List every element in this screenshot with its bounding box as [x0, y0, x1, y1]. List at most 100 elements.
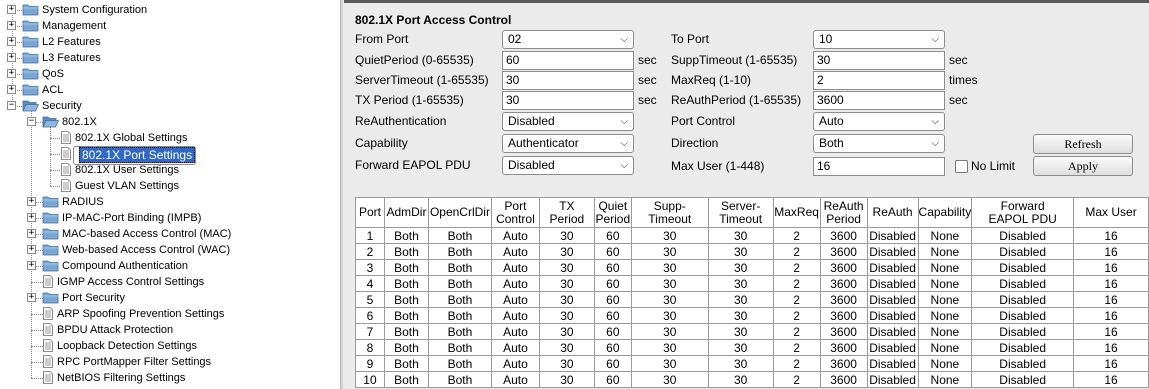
table-cell: Disabled [866, 291, 919, 308]
table-cell: None [917, 371, 973, 388]
expand-icon[interactable]: + [7, 85, 16, 94]
tree-item[interactable]: 802.1X [60, 114, 99, 130]
folder-icon [42, 211, 59, 224]
direction-value: Both [819, 136, 844, 150]
expand-icon[interactable]: + [7, 53, 16, 62]
reauth-period-input[interactable]: 3600 [813, 91, 945, 110]
tree-item[interactable]: 802.1X Global Settings [73, 130, 190, 146]
tree-item[interactable]: Management [40, 18, 108, 34]
tree-connector [50, 170, 60, 171]
table-cell: 30 [707, 339, 774, 356]
tree-item[interactable]: Port Security [60, 290, 127, 306]
table-row: 3 Both Both Auto 30 60 30 30 2 3600 Disabled None Di… [355, 259, 1149, 276]
tree-item[interactable]: Compound Authentication [60, 258, 190, 274]
tx-period-input[interactable]: 30 [502, 91, 634, 110]
expand-icon[interactable]: + [27, 261, 36, 270]
document-icon [42, 371, 54, 384]
tree-item[interactable]: L2 Features [40, 34, 103, 50]
expand-icon[interactable]: + [7, 21, 16, 30]
table-cell: 30 [707, 323, 774, 340]
tree-item-label: RADIUS [62, 196, 104, 208]
quiet-period-input[interactable]: 60 [502, 51, 634, 70]
refresh-button[interactable]: Refresh [1033, 134, 1133, 154]
table-cell: Disabled [971, 307, 1075, 324]
max-req-input[interactable]: 2 [813, 71, 945, 90]
table-cell: Auto [490, 307, 540, 324]
tree-item[interactable]: Web-based Access Control (WAC) [60, 242, 232, 258]
table-cell: Both [427, 307, 492, 324]
tree-item-label: Loopback Detection Settings [57, 340, 198, 352]
collapse-icon[interactable]: − [27, 117, 36, 126]
tree-item-label: L2 Features [42, 36, 101, 48]
tree-item[interactable]: ACL [40, 82, 65, 98]
table-cell: 60 [593, 275, 632, 292]
reauthentication-select[interactable]: Disabled ⌵ [502, 112, 634, 131]
tree-item[interactable]: IGMP Access Control Settings [55, 274, 206, 290]
expand-icon[interactable]: + [27, 245, 36, 254]
folder-icon [42, 259, 59, 272]
tree-item[interactable]: Security [40, 98, 84, 114]
table-cell: Auto [490, 355, 540, 372]
expand-icon[interactable]: + [27, 213, 36, 222]
expand-icon[interactable]: + [7, 69, 16, 78]
server-timeout-input[interactable]: 30 [502, 71, 634, 90]
tree-item[interactable]: IP-MAC-Port Binding (IMPB) [60, 210, 203, 226]
table-cell: 30 [538, 291, 595, 308]
table-cell: None [917, 307, 973, 324]
tree-item[interactable]: Loopback Detection Settings [55, 338, 199, 354]
chevron-down-icon: ⌵ [620, 160, 628, 171]
folder-icon [22, 51, 39, 64]
tree-item[interactable]: ARP Spoofing Prevention Settings [55, 306, 226, 322]
tree-item[interactable]: L3 Features [40, 50, 103, 66]
tree-item-label: NetBIOS Filtering Settings [57, 372, 186, 384]
tree-item[interactable]: QoS [40, 66, 66, 82]
expand-icon[interactable]: + [27, 197, 36, 206]
table-cell: 30 [630, 323, 709, 340]
port-control-select[interactable]: Auto ⌵ [813, 112, 945, 131]
tree-item-label: ACL [42, 84, 64, 96]
max-user-input[interactable]: 16 [813, 157, 945, 176]
table-cell: 3600 [819, 371, 868, 388]
tree-item[interactable]: RADIUS [60, 194, 106, 210]
no-limit-checkbox[interactable] [955, 160, 968, 173]
table-cell: Disabled [971, 323, 1075, 340]
folder-open-icon [42, 115, 60, 128]
table-cell: Disabled [866, 275, 919, 292]
folder-icon [22, 3, 39, 16]
tree-item[interactable]: System Configuration [40, 2, 149, 18]
tree-item[interactable]: MAC-based Access Control (MAC) [60, 226, 233, 242]
tree-item[interactable]: Guest VLAN Settings [73, 178, 181, 194]
forward-eapol-select[interactable]: Disabled ⌵ [502, 156, 634, 175]
expand-icon[interactable]: + [27, 293, 36, 302]
to-port-select[interactable]: 10 ⌵ [813, 30, 945, 49]
tree-item[interactable]: 802.1X User Settings [73, 162, 181, 178]
direction-select[interactable]: Both ⌵ [813, 134, 945, 153]
table-cell: 30 [538, 275, 595, 292]
table-cell: 9 [355, 355, 385, 372]
max-user-label: Max User (1-448) [671, 159, 765, 173]
table-cell: 2 [772, 307, 821, 324]
expand-icon[interactable]: + [27, 229, 36, 238]
tree-item-label: Security [42, 100, 82, 112]
table-cell: 3600 [819, 307, 868, 324]
capability-select[interactable]: Authenticator ⌵ [502, 134, 634, 153]
column-header-text: Server- [720, 198, 761, 213]
expand-icon[interactable]: + [7, 37, 16, 46]
column-header: ReAuth [866, 197, 919, 228]
table-cell: Auto [490, 275, 540, 292]
apply-button[interactable]: Apply [1033, 156, 1133, 176]
table-cell: Both [427, 227, 492, 244]
column-header-text: Forward [1000, 198, 1045, 213]
tree-item[interactable]: RPC PortMapper Filter Settings [55, 354, 213, 370]
table-cell: 30 [707, 355, 774, 372]
tree-item[interactable]: NetBIOS Filtering Settings [55, 370, 187, 386]
tree-item[interactable]: BPDU Attack Protection [55, 322, 175, 338]
from-port-select[interactable]: 02 ⌵ [502, 30, 634, 49]
column-header: Quiet Period [593, 197, 632, 228]
table-cell: 60 [593, 243, 632, 260]
table-cell: Auto [490, 243, 540, 260]
supp-timeout-input[interactable]: 30 [813, 51, 945, 70]
table-cell: Disabled [866, 227, 919, 244]
collapse-icon[interactable]: − [7, 101, 16, 110]
expand-icon[interactable]: + [7, 5, 16, 14]
